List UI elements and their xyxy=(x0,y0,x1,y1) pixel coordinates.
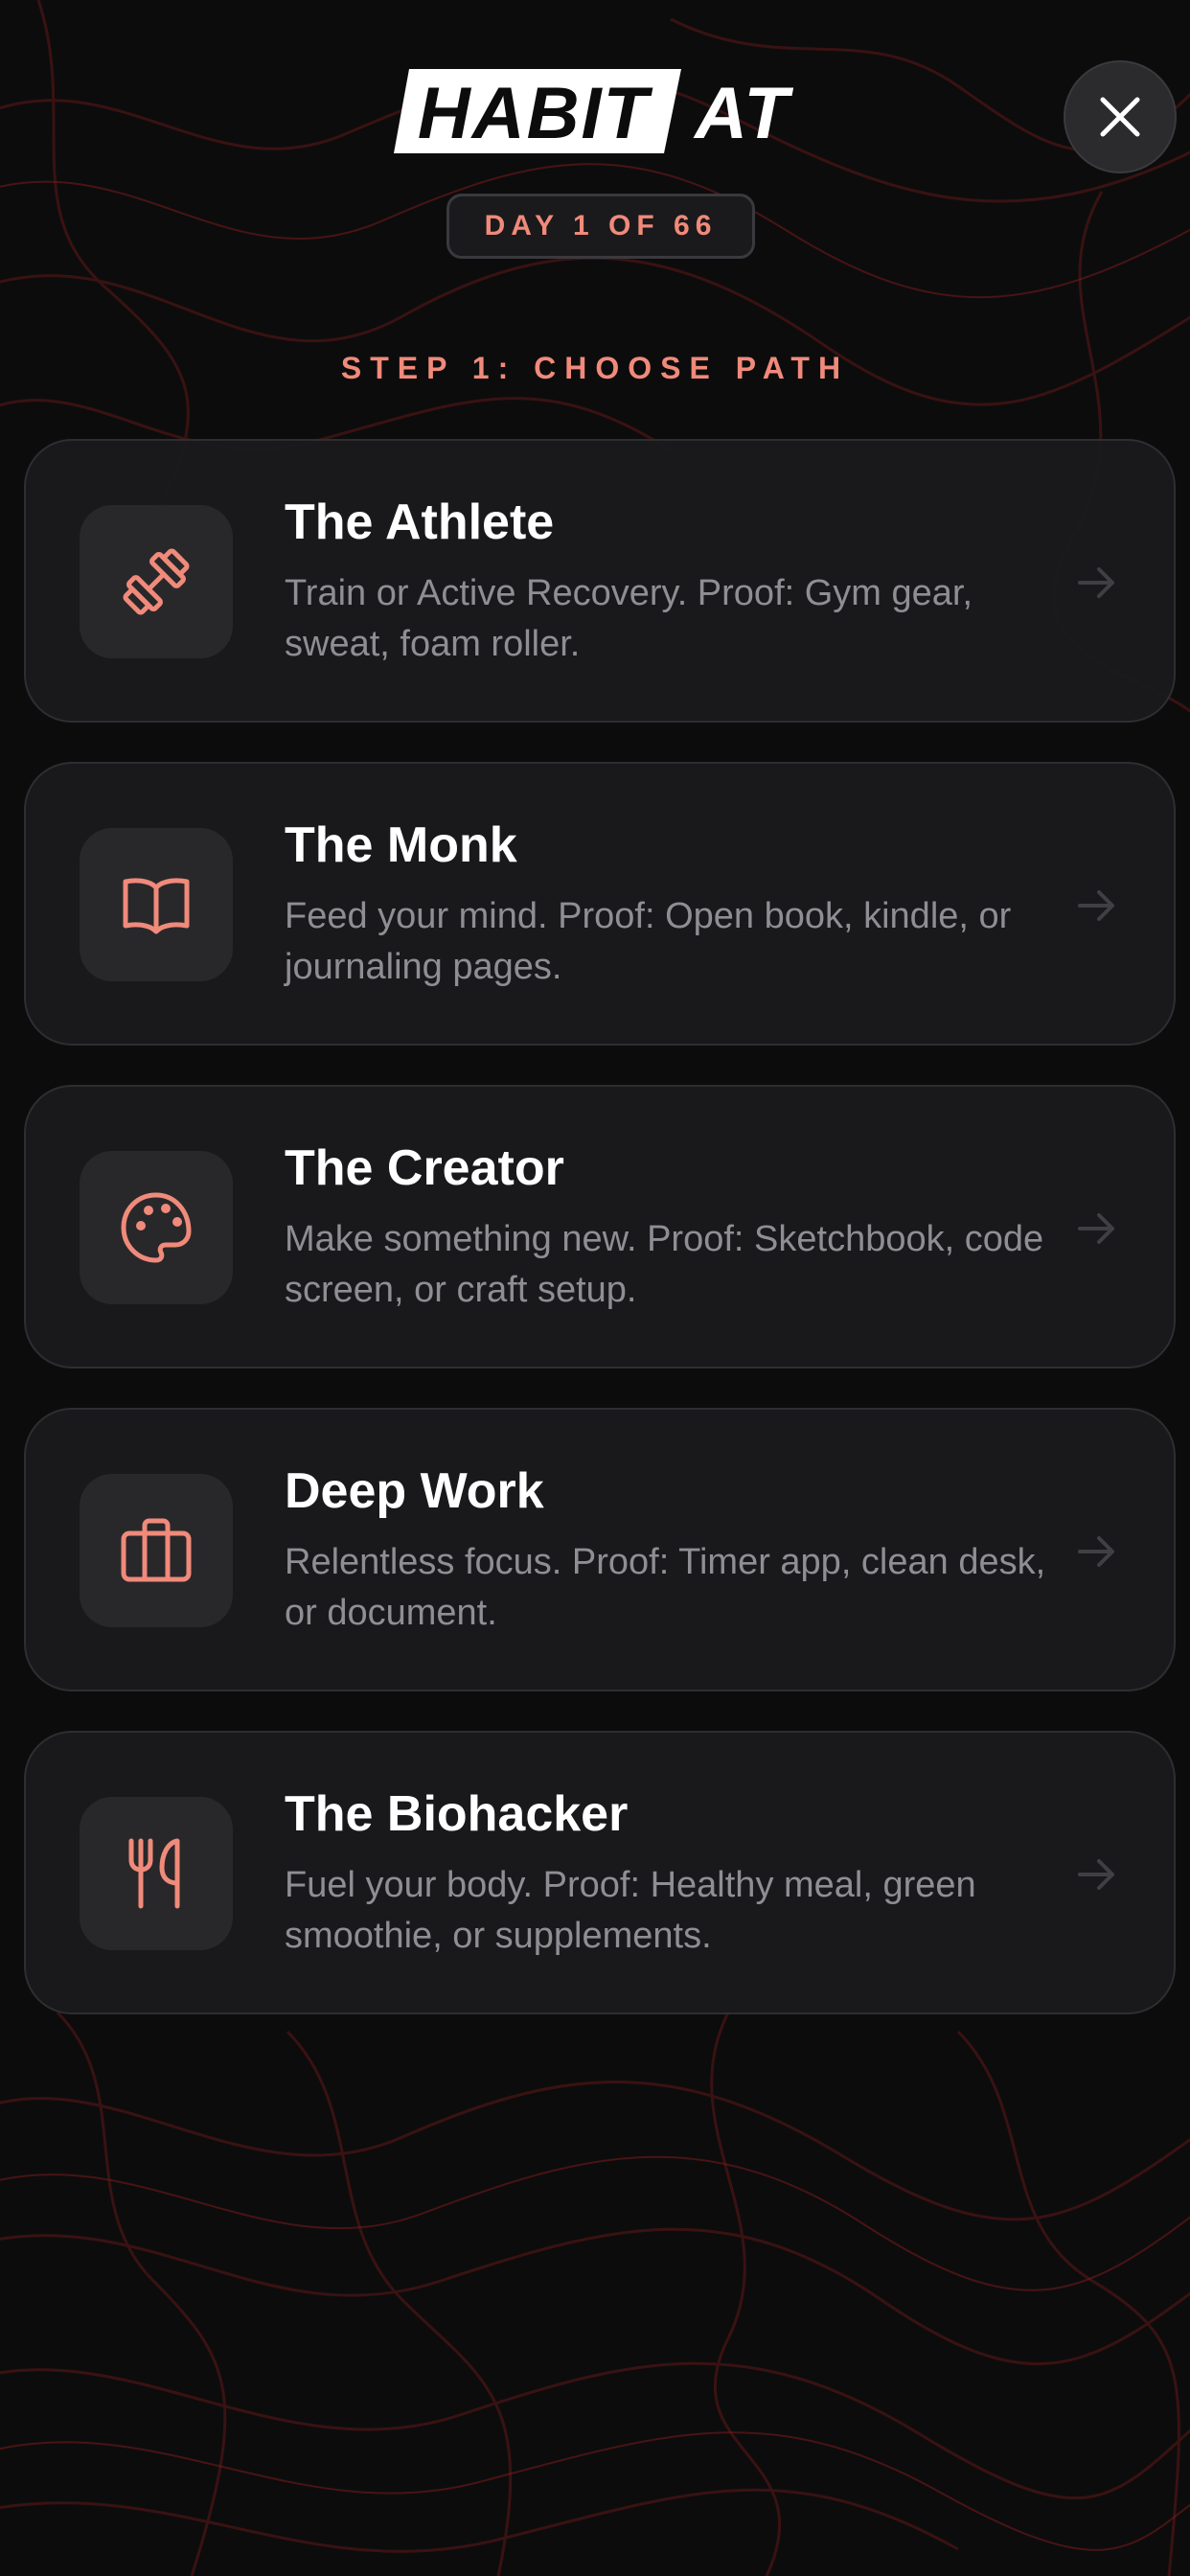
logo-text-left: HABIT xyxy=(418,73,653,154)
path-description: Make something new. Proof: Sketchbook, c… xyxy=(285,1219,1044,1310)
path-icon-tile xyxy=(80,1797,233,1950)
path-description: Relentless focus. Proof: Timer app, clea… xyxy=(285,1542,1046,1633)
path-title: The Monk xyxy=(285,817,517,873)
day-counter-badge: DAY 1 OF 66 xyxy=(446,194,755,259)
briefcase-icon xyxy=(121,1518,192,1582)
book-icon xyxy=(123,878,190,934)
palette-icon xyxy=(121,1192,192,1263)
path-icon-tile xyxy=(80,1151,233,1304)
path-icon-tile xyxy=(80,1474,233,1627)
path-icon-tile xyxy=(80,505,233,658)
path-list: The Athlete Train or Active Recovery. Pr… xyxy=(24,439,1176,2054)
path-description: Train or Active Recovery. Proof: Gym gea… xyxy=(285,573,973,664)
onboarding-screen: HABIT AT DAY 1 OF 66 STEP 1: CHOOSE PATH xyxy=(0,0,1190,2576)
path-title: The Creator xyxy=(285,1140,564,1196)
arrow-right-icon xyxy=(1078,890,1114,921)
close-icon xyxy=(1100,97,1140,137)
arrow-right-icon xyxy=(1078,1536,1114,1567)
path-card-creator[interactable]: The Creator Make something new. Proof: S… xyxy=(24,1085,1176,1368)
path-card-deep-work[interactable]: Deep Work Relentless focus. Proof: Timer… xyxy=(24,1408,1176,1691)
arrow-right-icon xyxy=(1078,567,1114,598)
path-title: The Athlete xyxy=(285,494,555,550)
arrow-right-icon xyxy=(1078,1213,1114,1244)
path-card-biohacker[interactable]: The Biohacker Fuel your body. Proof: Hea… xyxy=(24,1731,1176,2014)
path-title: Deep Work xyxy=(285,1463,544,1519)
path-icon-tile xyxy=(80,828,233,981)
path-description: Feed your mind. Proof: Open book, kindle… xyxy=(285,896,1012,987)
path-title: The Biohacker xyxy=(285,1786,629,1842)
utensils-icon xyxy=(128,1838,180,1909)
step-title: STEP 1: CHOOSE PATH xyxy=(340,351,850,385)
path-description: Fuel your body. Proof: Healthy meal, gre… xyxy=(285,1865,976,1956)
habitat-logo: HABIT AT xyxy=(394,69,793,154)
logo-text-right: AT xyxy=(693,73,793,154)
close-button[interactable] xyxy=(1064,60,1177,173)
arrow-right-icon xyxy=(1078,1859,1114,1890)
dumbbell-icon xyxy=(123,548,190,615)
path-card-monk[interactable]: The Monk Feed your mind. Proof: Open boo… xyxy=(24,762,1176,1046)
path-card-athlete[interactable]: The Athlete Train or Active Recovery. Pr… xyxy=(24,439,1176,723)
